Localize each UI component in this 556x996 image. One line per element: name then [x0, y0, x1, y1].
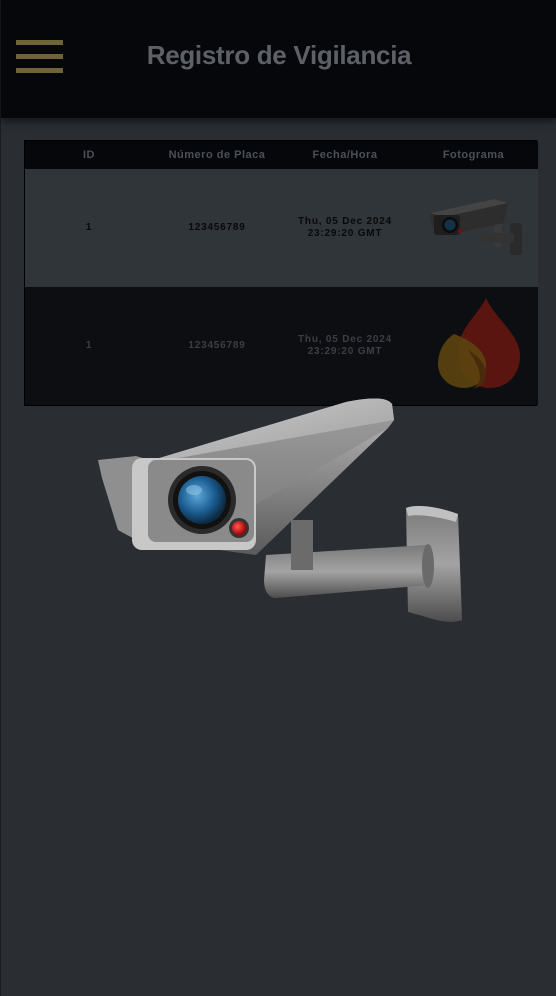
table-row[interactable]: 1 123456789 Thu, 05 Dec 2024 23:29:20 GM…	[25, 169, 538, 287]
datetime-time: 23:29:20 GMT	[307, 228, 383, 239]
datetime-time: 23:29:20 GMT	[307, 346, 383, 357]
cell-plate: 123456789	[188, 222, 246, 233]
security-camera-icon[interactable]	[424, 191, 524, 261]
app-header: Registro de Vigilancia	[1, 0, 556, 118]
security-camera-icon	[98, 398, 462, 622]
page-title: Registro de Vigilancia	[146, 40, 412, 70]
records-table: ID Número de Placa Fecha/Hora Fotograma …	[24, 140, 538, 406]
app-screen: Registro de Vigilancia ID Número de Plac…	[0, 0, 556, 996]
column-header-datetime: Fecha/Hora	[312, 149, 378, 161]
cell-id: 1	[85, 222, 93, 233]
cell-datetime: Thu, 05 Dec 2024 23:29:20 GMT	[281, 169, 409, 287]
datetime-date: Thu, 05 Dec 2024	[298, 216, 392, 227]
table-header-row: ID Número de Placa Fecha/Hora Fotograma	[25, 141, 538, 169]
fire-icon[interactable]	[424, 294, 524, 394]
column-header-frame: Fotograma	[442, 149, 505, 161]
column-header-plate: Número de Placa	[168, 149, 266, 161]
cell-frame	[409, 169, 538, 287]
column-header-id: ID	[83, 149, 95, 161]
datetime-date: Thu, 05 Dec 2024	[298, 334, 392, 345]
